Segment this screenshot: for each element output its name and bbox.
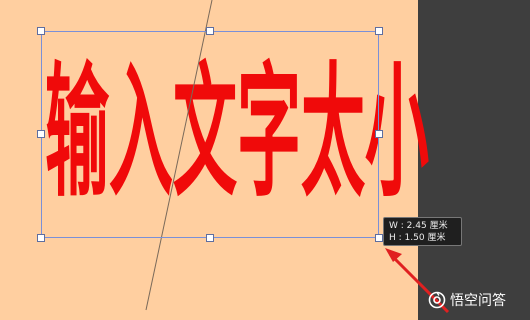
transform-handle-middle-right[interactable]: [375, 130, 383, 138]
transform-handle-bottom-right[interactable]: [375, 234, 383, 242]
transform-handle-bottom-center[interactable]: [206, 234, 214, 242]
wukong-logo-icon: [428, 291, 446, 309]
transform-handle-bottom-left[interactable]: [37, 234, 45, 242]
tooltip-width-value: 2.45 厘米: [406, 221, 448, 231]
transform-handle-top-center[interactable]: [206, 27, 214, 35]
transform-size-tooltip: W : 2.45 厘米 H : 1.50 厘米: [383, 217, 462, 246]
tooltip-width-label: W :: [389, 221, 404, 231]
transform-handle-middle-left[interactable]: [37, 130, 45, 138]
tooltip-height-value: 1.50 厘米: [404, 233, 446, 243]
transform-bounding-box[interactable]: [41, 31, 379, 238]
tooltip-width-row: W : 2.45 厘米: [389, 220, 461, 232]
watermark: 悟空问答: [428, 290, 506, 310]
transform-handle-top-right[interactable]: [375, 27, 383, 35]
watermark-brand: 悟空问答: [450, 293, 506, 309]
annotation-arrowhead: [385, 248, 402, 262]
transform-handle-top-left[interactable]: [37, 27, 45, 35]
tooltip-height-label: H :: [389, 233, 402, 243]
tooltip-height-row: H : 1.50 厘米: [389, 232, 461, 244]
